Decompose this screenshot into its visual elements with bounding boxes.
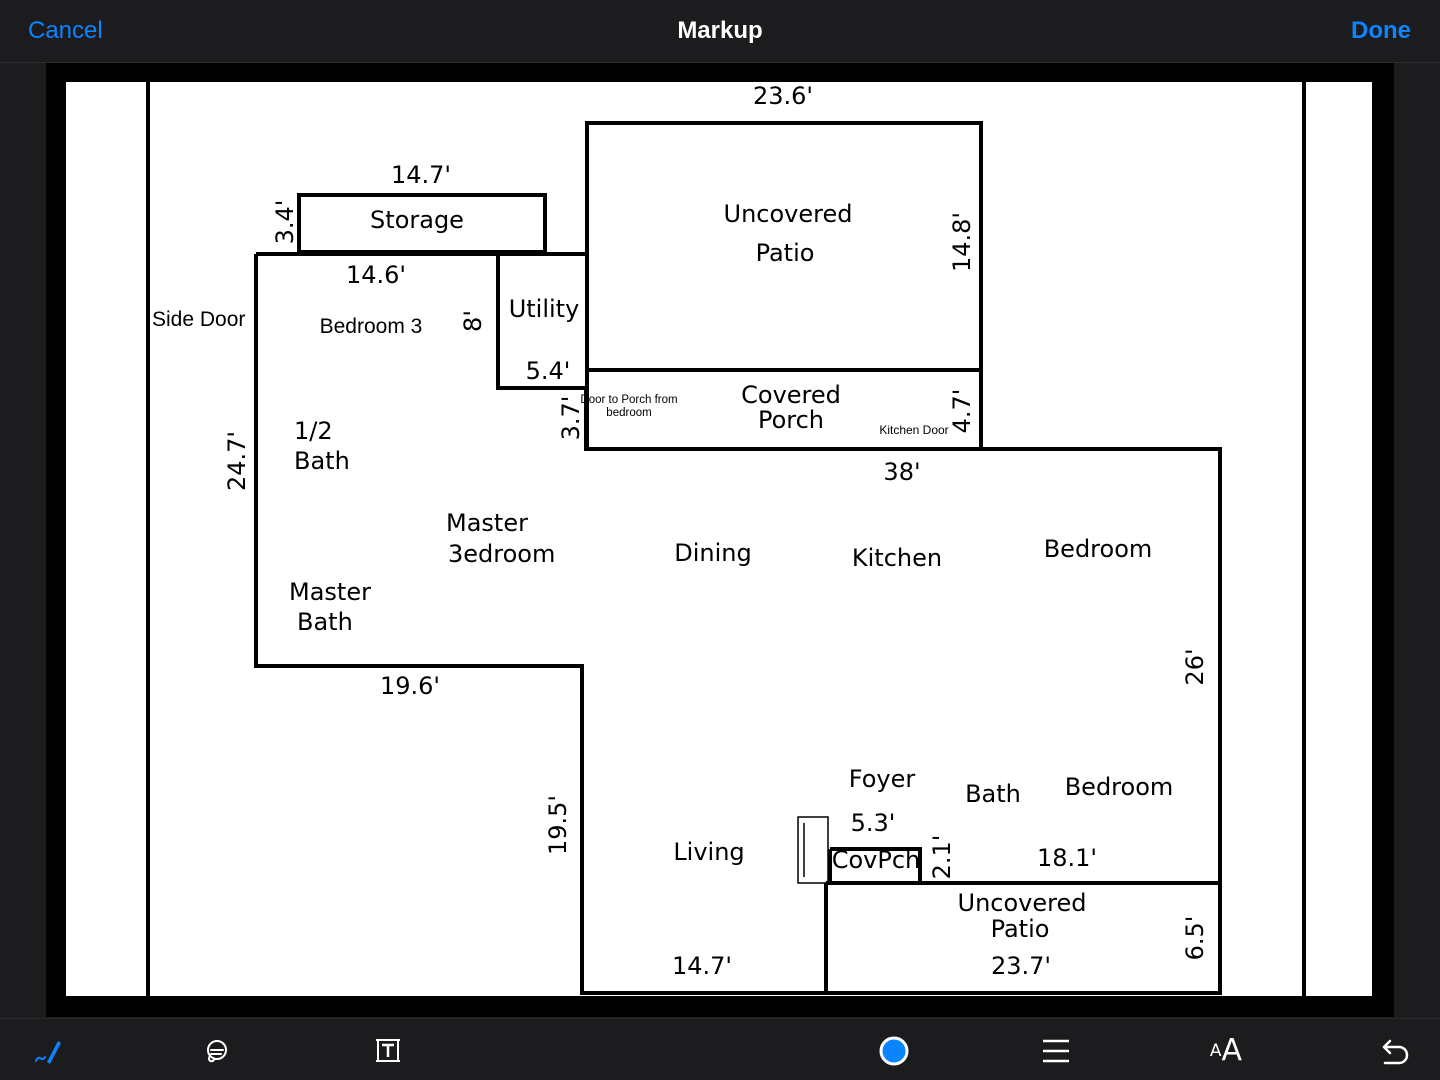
- dim-bottom-patio-height: 6.5': [1181, 916, 1209, 961]
- lasso-icon: [207, 1040, 227, 1063]
- label-dining: Dining: [674, 539, 751, 567]
- dim-patio-height: 14.8': [948, 212, 976, 272]
- line-weight-icon: [1043, 1039, 1069, 1063]
- label-storage: Storage: [370, 206, 464, 234]
- pen-tool-button[interactable]: [28, 1031, 68, 1071]
- dim-covpch-height: 2.1': [928, 835, 956, 880]
- label-uncovered-patio-bottom-1: Uncovered: [958, 889, 1087, 917]
- cancel-button[interactable]: Cancel: [28, 15, 103, 47]
- dim-main-width: 38': [883, 458, 920, 486]
- label-master-bedroom-2: 3edroom: [448, 540, 555, 568]
- markup-canvas[interactable]: Storage Uncovered Patio Utility Covered …: [46, 63, 1394, 1017]
- label-bedroom-right: Bedroom: [1044, 535, 1153, 563]
- dim-storage-width: 14.7': [391, 161, 451, 189]
- font-size-button[interactable]: A A: [1206, 1031, 1246, 1071]
- label-master-bedroom-1: Master: [446, 509, 528, 537]
- label-master-bath-1: Master: [289, 578, 371, 606]
- label-covpch: CovPch: [832, 846, 921, 874]
- font-small-glyph: A: [1209, 1040, 1222, 1061]
- color-icon: [879, 1036, 909, 1066]
- dim-top-width: 23.6': [753, 82, 813, 110]
- dim-storage-height: 3.4': [271, 200, 299, 245]
- undo-button[interactable]: [1374, 1031, 1414, 1071]
- label-uncovered-patio-top-1: Uncovered: [724, 200, 853, 228]
- text-box-icon: [376, 1039, 400, 1062]
- dim-porch-height: 3.7': [557, 396, 585, 441]
- pen-icon: [35, 1041, 61, 1064]
- label-uncovered-patio-top-2: Patio: [756, 239, 815, 267]
- lasso-tool-button[interactable]: [196, 1031, 236, 1071]
- label-covered-porch-1: Covered: [741, 381, 841, 409]
- font-large-glyph: A: [1221, 1033, 1243, 1068]
- line-weight-button[interactable]: [1036, 1031, 1076, 1071]
- dim-left-height: 24.7': [223, 431, 251, 491]
- dim-utility-width: 5.4': [526, 357, 571, 385]
- text-box-tool-button[interactable]: [368, 1031, 408, 1071]
- label-living: Living: [673, 838, 744, 866]
- dim-bedroom3-depth: 8': [459, 310, 487, 332]
- dim-foyer-width: 5.3': [851, 809, 896, 837]
- label-bedroom-lower: Bedroom: [1065, 773, 1174, 801]
- dim-bedroom-width: 18.1': [1037, 844, 1097, 872]
- markup-toolbar: A A: [0, 1018, 1440, 1080]
- dim-living-width: 14.7': [672, 952, 732, 980]
- note-kitchen-door: Kitchen Door: [879, 423, 948, 437]
- label-half-bath-2: Bath: [294, 447, 350, 475]
- label-bath: Bath: [965, 780, 1021, 808]
- dim-bedroom3-width: 14.6': [346, 261, 406, 289]
- floorplan-image: Storage Uncovered Patio Utility Covered …: [46, 63, 1394, 1017]
- label-bedroom-3: Bedroom 3: [320, 315, 423, 338]
- label-utility: Utility: [509, 295, 580, 323]
- dim-covered-porch-height: 4.7': [948, 389, 976, 434]
- label-uncovered-patio-bottom-2: Patio: [991, 915, 1050, 943]
- note-side-door: Side Door: [152, 308, 245, 331]
- label-covered-porch-2: Porch: [758, 406, 824, 434]
- label-kitchen: Kitchen: [852, 544, 942, 572]
- note-door-to-porch-1: Door to Porch from: [580, 394, 677, 406]
- dim-living-height: 19.5': [544, 795, 572, 855]
- page-title: Markup: [677, 17, 763, 44]
- top-nav-bar: Cancel Markup Done: [0, 0, 1440, 63]
- label-foyer: Foyer: [849, 765, 916, 793]
- color-picker-button[interactable]: [874, 1031, 914, 1071]
- label-half-bath-1: 1/2: [294, 417, 333, 445]
- dim-master-wing-width: 19.6': [380, 672, 440, 700]
- note-door-to-porch-2: bedroom: [606, 407, 651, 419]
- dim-bottom-patio-width: 23.7': [991, 952, 1051, 980]
- markup-app: Cancel Markup Done Storage Uncovered Pat…: [0, 0, 1440, 1080]
- dim-right-height: 26': [1181, 648, 1209, 685]
- undo-icon: [1382, 1039, 1409, 1065]
- label-master-bath-2: Bath: [297, 608, 353, 636]
- done-button[interactable]: Done: [1351, 15, 1411, 47]
